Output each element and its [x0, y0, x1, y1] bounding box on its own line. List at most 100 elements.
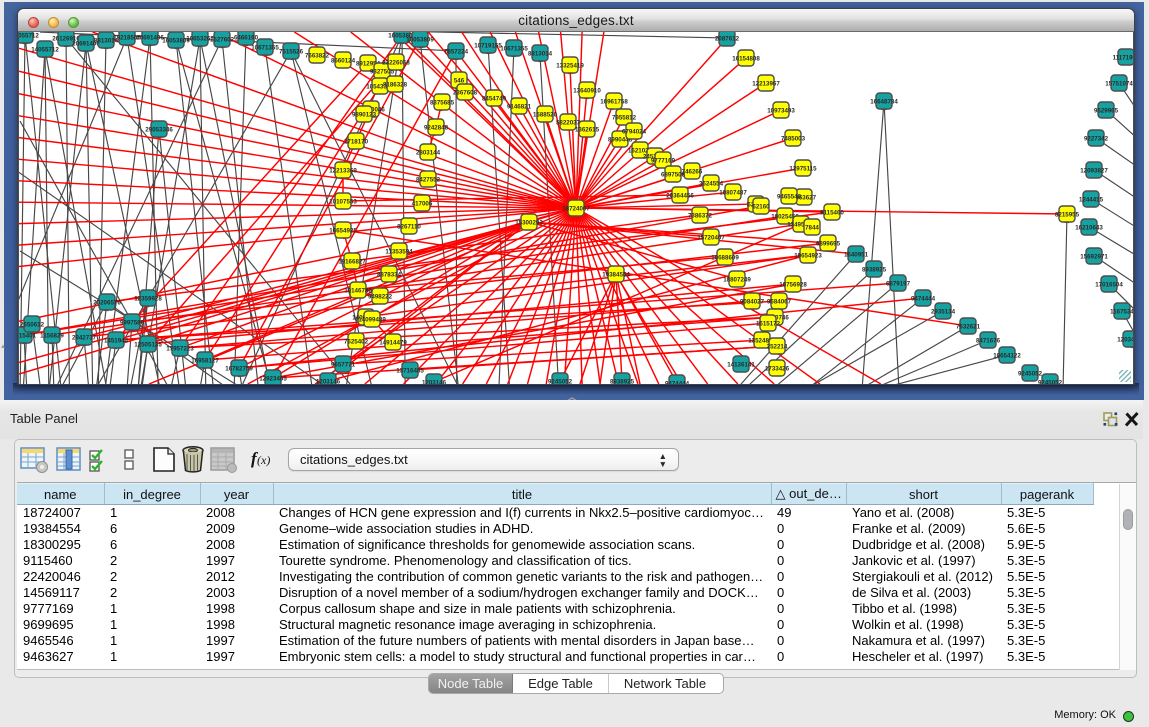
svg-text:29053346: 29053346 [145, 126, 173, 133]
svg-text:1156829: 1156829 [40, 332, 64, 339]
svg-text:10719155: 10719155 [474, 42, 502, 49]
svg-text:14914479: 14914479 [379, 339, 407, 346]
svg-text:19166827: 19166827 [338, 258, 366, 265]
svg-text:8375685: 8375685 [430, 99, 455, 106]
svg-text:16961758: 16961758 [600, 98, 628, 105]
svg-text:10807487: 10807487 [719, 189, 747, 196]
svg-text:9084027: 9084027 [740, 298, 765, 305]
svg-text:12923465: 12923465 [259, 375, 287, 382]
svg-text:7625402: 7625402 [344, 338, 369, 345]
svg-text:13640910: 13640910 [573, 87, 601, 94]
svg-text:12505135: 12505135 [134, 341, 162, 348]
svg-text:13325419: 13325419 [556, 62, 584, 69]
svg-text:8186328: 8186328 [383, 81, 408, 88]
svg-text:6879197: 6879197 [886, 280, 911, 287]
svg-text:14055712: 14055712 [31, 46, 59, 53]
svg-text:16782759: 16782759 [225, 365, 253, 372]
svg-text:7515526: 7515526 [279, 48, 304, 55]
svg-text:2650612: 2650612 [20, 321, 45, 328]
svg-text:7386372: 7386372 [688, 212, 713, 219]
svg-text:9529965: 9529965 [1094, 107, 1119, 114]
svg-text:16210643: 16210643 [1075, 224, 1103, 231]
svg-text:3915401: 3915401 [19, 332, 37, 339]
svg-text:15692971: 15692971 [1080, 253, 1108, 260]
svg-text:1362615: 1362615 [575, 126, 600, 133]
svg-text:20364456: 20364456 [666, 192, 694, 199]
svg-text:2367608: 2367608 [453, 89, 478, 96]
svg-text:1244415: 1244415 [1079, 196, 1104, 203]
svg-text:9498222: 9498222 [368, 293, 393, 300]
svg-text:8215955: 8215955 [1055, 211, 1080, 218]
svg-text:10756928: 10756928 [779, 281, 807, 288]
svg-text:546: 546 [454, 77, 465, 84]
svg-text:17016504: 17016504 [1095, 281, 1123, 288]
svg-text:12034554: 12034554 [1117, 336, 1134, 343]
svg-text:8267110: 8267110 [397, 223, 421, 230]
svg-text:12213967: 12213967 [752, 80, 780, 87]
svg-text:9465546: 9465546 [777, 193, 802, 200]
svg-text:7485003: 7485003 [781, 135, 806, 142]
svg-text:10973493: 10973493 [767, 107, 795, 114]
svg-text:16958127: 16958127 [191, 357, 219, 364]
svg-text:9890123: 9890123 [352, 111, 377, 118]
svg-text:1640951: 1640951 [844, 251, 869, 258]
svg-text:12213369: 12213369 [329, 167, 357, 174]
svg-text:1203146: 1203146 [422, 379, 447, 384]
svg-text:62160: 62160 [752, 203, 770, 210]
svg-text:9474444: 9474444 [911, 295, 936, 302]
svg-text:19384554: 19384554 [602, 271, 630, 278]
svg-text:9115460: 9115460 [820, 209, 844, 216]
svg-text:1615172: 1615172 [756, 320, 781, 327]
svg-text:12359928: 12359928 [134, 295, 162, 302]
svg-text:7955812: 7955812 [612, 114, 637, 121]
svg-text:14099489: 14099489 [358, 316, 386, 323]
svg-text:16648784: 16648784 [870, 98, 898, 105]
svg-text:20206576: 20206576 [93, 299, 121, 306]
svg-text:9657771: 9657771 [331, 361, 356, 368]
svg-text:9245052: 9245052 [1018, 370, 1043, 377]
svg-text:18807249: 18807249 [723, 276, 751, 283]
svg-text:8813014: 8813014 [528, 50, 553, 57]
svg-text:5822037: 5822037 [556, 119, 581, 126]
svg-text:9146821: 9146821 [507, 103, 532, 110]
svg-text:12093827: 12093827 [1080, 167, 1108, 174]
svg-text:6897508: 6897508 [661, 171, 686, 178]
svg-text:7663822: 7663822 [305, 52, 330, 59]
svg-text:10654122: 10654122 [993, 352, 1021, 359]
svg-text:9245052: 9245052 [548, 378, 573, 384]
svg-text:19654923: 19654923 [794, 252, 822, 259]
svg-text:8427552: 8427552 [416, 176, 441, 183]
svg-text:9684067: 9684067 [767, 298, 792, 305]
svg-text:252214: 252214 [767, 343, 788, 350]
svg-text:9227342: 9227342 [1084, 135, 1109, 142]
svg-text:8454749: 8454749 [482, 95, 507, 102]
svg-text:12975115: 12975115 [789, 165, 817, 172]
svg-text:7857224: 7857224 [444, 48, 469, 55]
svg-text:15300293: 15300293 [515, 219, 543, 226]
svg-text:10107553: 10107553 [329, 198, 357, 205]
svg-text:14136141: 14136141 [727, 361, 755, 368]
svg-text:417006: 417006 [412, 200, 433, 207]
svg-text:6466160: 6466160 [234, 34, 259, 41]
svg-text:8938925: 8938925 [862, 266, 887, 273]
svg-text:23226058: 23226058 [382, 59, 410, 66]
svg-text:13716485: 13716485 [396, 367, 424, 374]
svg-text:9245052: 9245052 [1038, 379, 1063, 384]
svg-text:8938925: 8938925 [610, 378, 635, 384]
svg-text:9777169: 9777169 [651, 157, 676, 164]
svg-text:6899695: 6899695 [816, 240, 841, 247]
svg-text:2087612: 2087612 [715, 35, 740, 42]
svg-text:2718170: 2718170 [344, 138, 369, 145]
svg-text:2935134: 2935134 [931, 308, 956, 315]
svg-text:15720407: 15720407 [697, 234, 725, 241]
svg-text:20691406: 20691406 [136, 34, 164, 41]
svg-text:9474444: 9474444 [665, 380, 690, 384]
svg-text:11353594: 11353594 [385, 248, 413, 255]
svg-text:10671355: 10671355 [500, 45, 528, 52]
svg-text:2942737: 2942737 [72, 334, 97, 341]
svg-text:8471676: 8471676 [976, 337, 1001, 344]
svg-text:6794024: 6794024 [622, 128, 647, 135]
svg-text:1203146: 1203146 [316, 378, 341, 384]
svg-text:17957223: 17957223 [166, 345, 194, 352]
svg-text:1588520: 1588520 [533, 111, 558, 118]
